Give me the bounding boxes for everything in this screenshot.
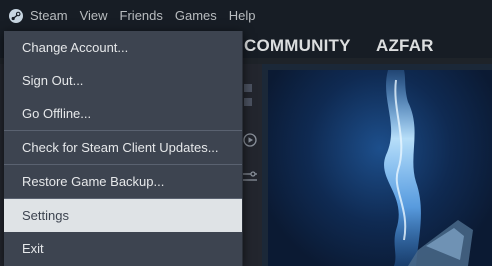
menu-bar: Steam View Friends Games Help: [0, 0, 492, 32]
menu-item-restore-backup[interactable]: Restore Game Backup...: [4, 165, 242, 198]
menu-item-go-offline[interactable]: Go Offline...: [4, 97, 242, 130]
menu-item-sign-out[interactable]: Sign Out...: [4, 64, 242, 97]
nav-community[interactable]: COMMUNITY: [244, 36, 351, 56]
filter-icon[interactable]: [242, 170, 258, 187]
menu-view[interactable]: View: [74, 0, 114, 32]
game-hero-image[interactable]: [268, 70, 492, 266]
menu-item-check-updates[interactable]: Check for Steam Client Updates...: [4, 131, 242, 164]
menu-games[interactable]: Games: [169, 0, 223, 32]
steam-logo-icon[interactable]: [8, 8, 24, 24]
menu-steam[interactable]: Steam: [30, 0, 74, 32]
menu-help[interactable]: Help: [223, 0, 262, 32]
play-circle-icon[interactable]: [243, 133, 257, 150]
grid-view-icon[interactable]: [244, 84, 252, 92]
menu-item-change-account[interactable]: Change Account...: [4, 31, 242, 64]
nav-username[interactable]: AZFAR: [376, 36, 434, 56]
steam-dropdown-menu: Change Account... Sign Out... Go Offline…: [4, 31, 243, 266]
menu-friends[interactable]: Friends: [114, 0, 169, 32]
menu-item-exit[interactable]: Exit: [4, 232, 242, 265]
menu-item-settings[interactable]: Settings: [4, 199, 242, 232]
grid-view-icon-2: [244, 98, 252, 106]
